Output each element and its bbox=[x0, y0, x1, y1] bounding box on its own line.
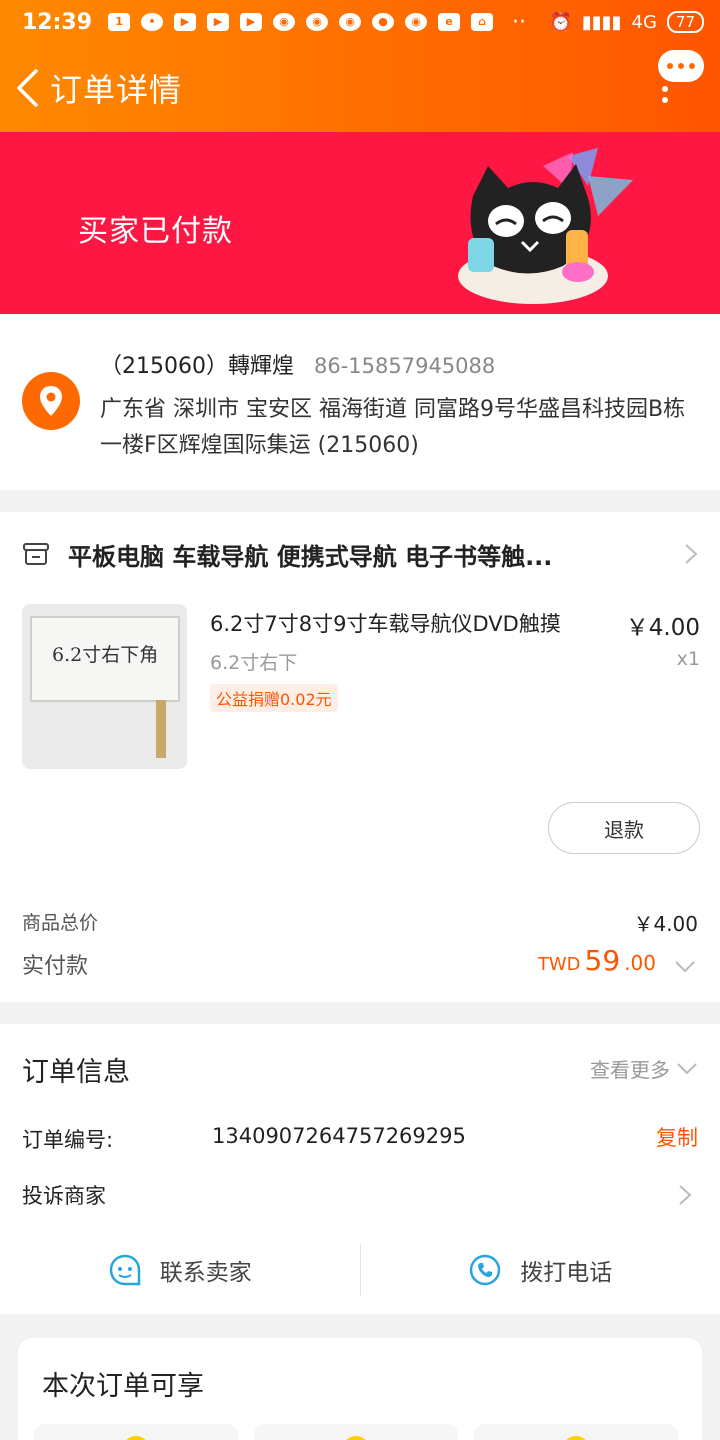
address-detail: 广东省 深圳市 宝安区 福海街道 同富路9号华盛昌科技园B栋一楼F区辉煌国际集运… bbox=[100, 397, 686, 458]
kebab-icon bbox=[662, 86, 668, 103]
order-number-label: 订单编号: bbox=[22, 1128, 114, 1152]
tmall-cat-mascot-illustration bbox=[458, 148, 633, 304]
more-menu-button[interactable] bbox=[658, 50, 710, 116]
phone-icon bbox=[470, 1254, 501, 1286]
chevron-down-icon bbox=[677, 1062, 697, 1074]
youtube-icon: ▶ bbox=[174, 13, 197, 31]
store-icon bbox=[23, 543, 49, 565]
home-icon: ⌂ bbox=[471, 13, 494, 31]
chrome-icon: ◉ bbox=[339, 13, 362, 31]
product-image-label: 6.2寸右下角 bbox=[52, 644, 159, 666]
call-phone-label: 拨打电话 bbox=[520, 1260, 613, 1286]
recipient-phone: 86-15857945088 bbox=[313, 354, 496, 378]
order-info-section: 订单信息 查看更多 订单编号: 1340907264757269295 复制 投… bbox=[0, 1024, 720, 1314]
chevron-left-icon bbox=[17, 69, 38, 107]
calendar-icon: 1 bbox=[108, 13, 131, 31]
recipient-name: （215060）轉輝煌 bbox=[100, 354, 294, 379]
charity-badge: 公益捐赠0.02元 bbox=[210, 684, 338, 712]
product-quantity: x1 bbox=[676, 648, 700, 670]
location-pin-icon bbox=[22, 372, 80, 430]
network-type: 4G bbox=[631, 11, 657, 33]
status-right: ⏰ ▮▮▮▮ 4G 77 bbox=[549, 11, 704, 33]
page-title: 订单详情 bbox=[50, 71, 183, 109]
chrome-icon: ◉ bbox=[306, 13, 329, 31]
benefit-card[interactable] bbox=[474, 1424, 678, 1440]
contact-actions: 联系卖家 拨打电话 bbox=[0, 1240, 720, 1300]
coin-icon bbox=[122, 1436, 150, 1440]
youtube-icon: ▶ bbox=[240, 13, 263, 31]
top-bar: 12:39 1 • ▶ ▶ ▶ ◉ ◉ ◉ ● ◉ e ⌂ ·· ⏰ ▮▮▮▮ … bbox=[0, 0, 720, 132]
line-icon: • bbox=[141, 13, 164, 31]
see-more-button[interactable]: 查看更多 bbox=[590, 1054, 698, 1083]
contact-seller-label: 联系卖家 bbox=[159, 1260, 252, 1286]
call-phone-button[interactable]: 拨打电话 bbox=[361, 1240, 720, 1300]
back-button[interactable] bbox=[4, 44, 50, 132]
youtube-icon: ▶ bbox=[207, 13, 230, 31]
title-bar: 订单详情 bbox=[0, 44, 720, 132]
order-number-value: 1340907264757269295 bbox=[212, 1124, 466, 1148]
product-title[interactable]: 6.2寸7寸8寸9寸车载导航仪DVD触摸 bbox=[210, 608, 561, 638]
order-card: 平板电脑 车载导航 便携式导航 电子书等触... 6.2寸右下角 6.2寸7寸8… bbox=[0, 512, 720, 1002]
contact-seller-button[interactable]: 联系卖家 bbox=[0, 1240, 360, 1300]
browser-icon: ● bbox=[372, 13, 395, 31]
coin-icon bbox=[562, 1436, 590, 1440]
benefit-card[interactable] bbox=[254, 1424, 458, 1440]
refund-button[interactable]: 退款 bbox=[548, 802, 700, 854]
benefits-title: 本次订单可享 bbox=[42, 1371, 204, 1402]
battery-indicator: 77 bbox=[666, 11, 704, 33]
alarm-icon: ⏰ bbox=[549, 11, 572, 33]
product-image-cable bbox=[156, 700, 166, 758]
coin-icon bbox=[342, 1436, 370, 1440]
status-bar: 12:39 1 • ▶ ▶ ▶ ◉ ◉ ◉ ● ◉ e ⌂ ·· ⏰ ▮▮▮▮ … bbox=[0, 0, 720, 44]
chat-face-icon bbox=[109, 1254, 140, 1286]
shipping-address[interactable]: （215060）轉輝煌 86-15857945088 广东省 深圳市 宝安区 福… bbox=[0, 314, 720, 490]
chevron-right-icon bbox=[679, 1185, 692, 1205]
paid-amount-label: 实付款 bbox=[22, 954, 89, 979]
paid-decimal: .00 bbox=[624, 951, 656, 975]
notification-icons: 1 • ▶ ▶ ▶ ◉ ◉ ◉ ● ◉ e ⌂ ·· bbox=[108, 10, 526, 35]
order-status-banner: 买家已付款 bbox=[0, 132, 720, 314]
benefit-cards bbox=[34, 1424, 678, 1440]
chrome-icon: ◉ bbox=[405, 13, 428, 31]
ie-icon: e bbox=[438, 13, 461, 31]
copy-order-number-button[interactable]: 复制 bbox=[656, 1122, 698, 1152]
status-time: 12:39 bbox=[22, 9, 93, 35]
more-notifications-icon: ·· bbox=[512, 9, 527, 35]
subtotal-label: 商品总价 bbox=[22, 912, 99, 934]
paid-integer: 59 bbox=[584, 944, 621, 977]
complain-seller-label: 投诉商家 bbox=[22, 1184, 106, 1208]
paid-amount-value[interactable]: TWD 59.00 bbox=[538, 944, 656, 977]
product-sku: 6.2寸右下 bbox=[210, 652, 298, 674]
shop-row[interactable]: 平板电脑 车载导航 便携式导航 电子书等触... bbox=[22, 534, 698, 574]
product-image-panel: 6.2寸右下角 bbox=[30, 616, 180, 702]
product-thumbnail[interactable]: 6.2寸右下角 bbox=[22, 604, 187, 769]
recipient-info: （215060）轉輝煌 86-15857945088 bbox=[100, 348, 495, 380]
chevron-down-icon[interactable] bbox=[674, 960, 696, 974]
signal-icon: ▮▮▮▮ bbox=[581, 11, 622, 33]
chevron-right-icon bbox=[685, 544, 698, 564]
benefit-card[interactable] bbox=[34, 1424, 238, 1440]
complain-seller-row[interactable]: 投诉商家 bbox=[0, 1166, 720, 1224]
subtotal-value: ￥4.00 bbox=[633, 912, 698, 936]
order-status-text: 买家已付款 bbox=[78, 214, 233, 249]
see-more-label: 查看更多 bbox=[590, 1058, 670, 1082]
chrome-icon: ◉ bbox=[273, 13, 296, 31]
order-benefits-card: 本次订单可享 bbox=[18, 1338, 702, 1440]
shop-name: 平板电脑 车载导航 便携式导航 电子书等触... bbox=[68, 542, 553, 571]
paid-currency: TWD bbox=[537, 954, 581, 975]
message-bubble-icon bbox=[658, 50, 704, 82]
order-info-title: 订单信息 bbox=[22, 1057, 130, 1088]
product-price: ￥4.00 bbox=[625, 615, 700, 641]
